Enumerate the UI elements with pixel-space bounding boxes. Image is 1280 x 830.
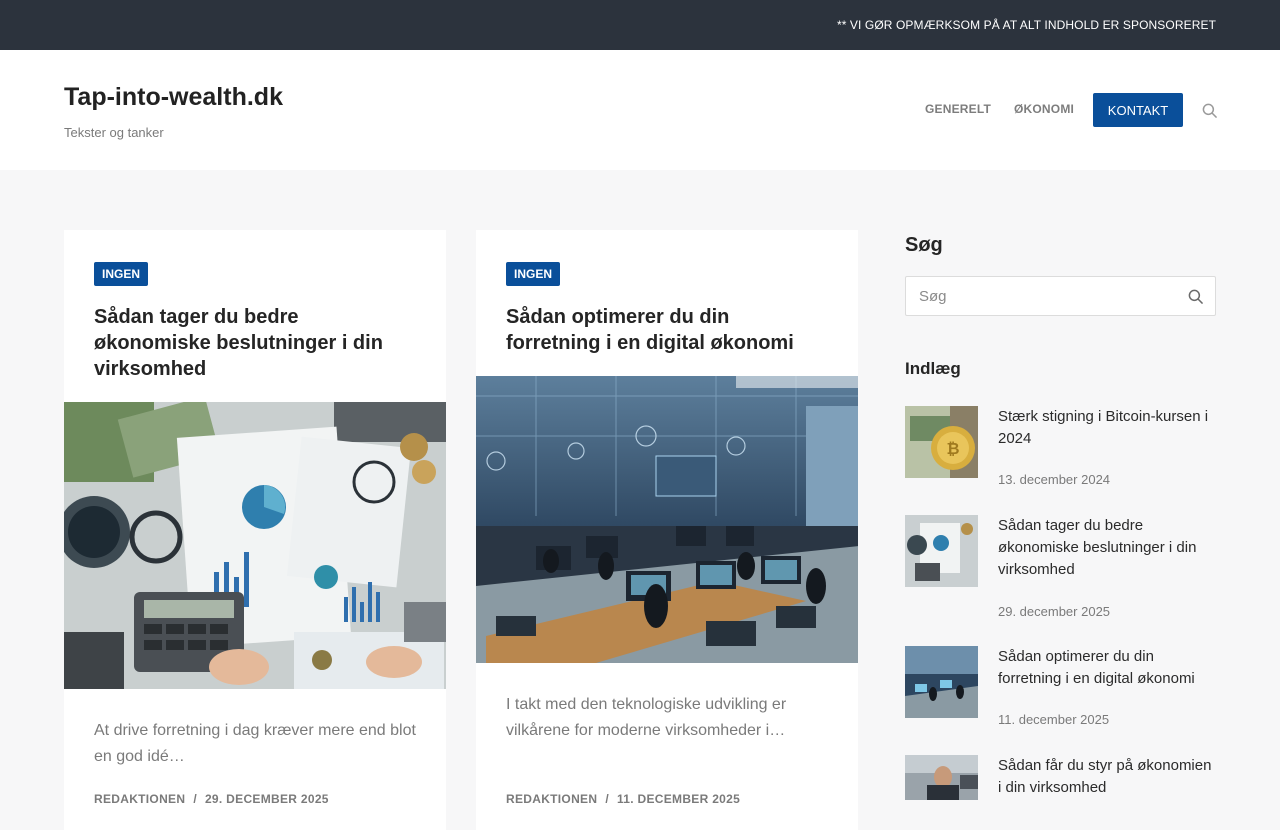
article-meta: REDAKTIONEN/29. DECEMBER 2025 [94, 792, 329, 806]
nav-kontakt-button[interactable]: KONTAKT [1093, 93, 1183, 127]
article-date: 29. DECEMBER 2025 [204, 792, 329, 806]
article-excerpt: I takt med den teknologiske udvikling er… [506, 696, 787, 739]
sidebar-post-item: ₿ Stærk stigning i Bitcoin-kursen i 2024… [905, 406, 1216, 496]
article-card: INGEN Sådan tager du bedre økonomiske be… [64, 230, 446, 830]
post-thumbnail[interactable] [905, 515, 978, 587]
article-meta: REDAKTIONEN/11. DECEMBER 2025 [506, 792, 741, 806]
article-image[interactable] [476, 376, 858, 663]
sidebar-post-item: Sådan får du styr på økonomien i din vir… [905, 755, 1216, 800]
site-title-link[interactable]: Tap-into-wealth.dk [64, 83, 283, 112]
search-icon[interactable] [1188, 289, 1203, 304]
sidebar-search-form [905, 276, 1216, 316]
article-author[interactable]: REDAKTIONEN [506, 792, 597, 806]
search-input[interactable] [906, 277, 1179, 315]
top-notice-bar: ** VI GØR OPMÆRKSOM PÅ AT ALT INDHOLD ER… [0, 0, 1280, 50]
site-header: Tap-into-wealth.dk Tekster og tanker GEN… [0, 50, 1280, 170]
article-title-link[interactable]: Sådan optimerer du din forretning i en d… [506, 304, 826, 356]
category-badge[interactable]: INGEN [506, 262, 561, 286]
sidebar-search-heading: Søg [905, 234, 943, 256]
article-title-link[interactable]: Sådan tager du bedre økonomiske beslutni… [94, 304, 414, 382]
article-excerpt: At drive forretning i dag kræver mere en… [94, 722, 416, 765]
sidebar-post-title[interactable]: Sådan får du styr på økonomien i din vir… [998, 755, 1218, 799]
sidebar-post-item: Sådan tager du bedre økonomiske beslutni… [905, 515, 1216, 625]
sidebar-post-date: 29. december 2025 [998, 604, 1111, 619]
site-tagline: Tekster og tanker [64, 125, 164, 140]
article-image[interactable] [64, 402, 446, 689]
nav-generelt[interactable]: GENERELT [925, 102, 991, 116]
article-date: 11. DECEMBER 2025 [616, 792, 741, 806]
article-card: INGEN Sådan optimerer du din forretning … [476, 230, 858, 830]
sidebar-post-title[interactable]: Sådan optimerer du din forretning i en d… [998, 646, 1218, 690]
post-thumbnail[interactable]: ₿ [905, 406, 978, 478]
article-author[interactable]: REDAKTIONEN [94, 792, 185, 806]
sponsored-notice: ** VI GØR OPMÆRKSOM PÅ AT ALT INDHOLD ER… [836, 18, 1216, 32]
search-icon[interactable] [1202, 103, 1217, 118]
sidebar-post-date: 11. december 2025 [998, 712, 1110, 727]
sidebar-posts-heading: Indlæg [905, 359, 961, 378]
sidebar-post-item: Sådan optimerer du din forretning i en d… [905, 646, 1216, 736]
post-thumbnail[interactable] [905, 755, 978, 800]
nav-okonomi[interactable]: ØKONOMI [1014, 102, 1074, 116]
sidebar-post-title[interactable]: Sådan tager du bedre økonomiske beslutni… [998, 515, 1218, 581]
post-thumbnail[interactable] [905, 646, 978, 718]
svg-text:₿: ₿ [946, 439, 959, 458]
sidebar-post-title[interactable]: Stærk stigning i Bitcoin-kursen i 2024 [998, 406, 1218, 450]
sidebar-post-date: 13. december 2024 [998, 472, 1111, 487]
category-badge[interactable]: INGEN [94, 262, 149, 286]
